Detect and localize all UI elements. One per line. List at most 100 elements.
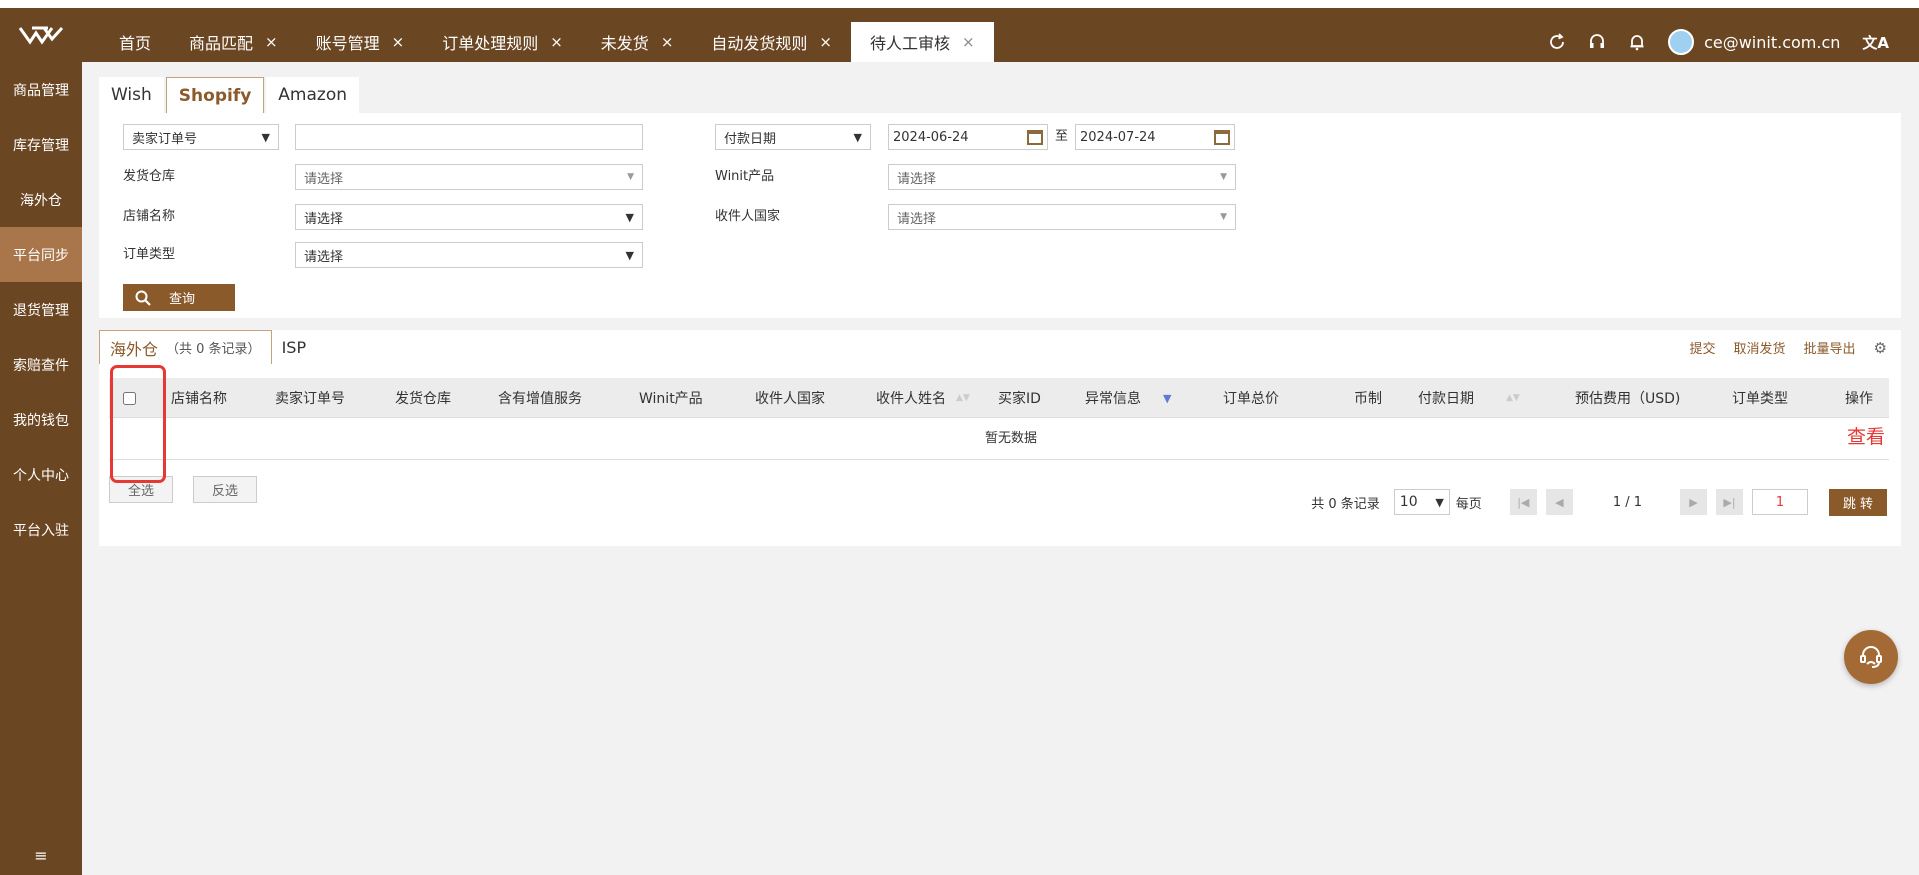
sidebar-item-wallet[interactable]: 我的钱包 <box>0 392 82 447</box>
collapse-icon[interactable]: ≡ <box>0 846 82 865</box>
col-store: 店铺名称 <box>171 391 227 407</box>
tab-order-rules[interactable]: 订单处理规则 × <box>423 22 582 62</box>
calendar-icon[interactable] <box>1027 129 1043 145</box>
col-operation: 操作 <box>1845 391 1873 407</box>
view-link[interactable]: 查看 <box>1847 422 1885 449</box>
page-size-select[interactable]: 10 ▼ <box>1393 489 1450 515</box>
tab-isp[interactable]: ISP <box>272 330 317 364</box>
sidebar-item-overseas[interactable]: 海外仓 <box>0 172 82 227</box>
sort-icon[interactable]: ▲▼ <box>1506 393 1520 403</box>
last-page-icon[interactable]: ▶| <box>1716 489 1743 515</box>
order-list-panel: 海外仓 （共 0 条记录） ISP 提交 取消发货 批量导出 ⚙ 店铺名称 卖家订… <box>99 330 1901 546</box>
order-number-type-select[interactable]: 卖家订单号 ▼ <box>123 124 279 150</box>
invert-select-button[interactable]: 反选 <box>193 476 257 503</box>
headset-icon[interactable] <box>1588 33 1606 51</box>
sidebar-item-platform-sync[interactable]: 平台同步 <box>0 227 82 282</box>
sidebar-item-returns[interactable]: 退货管理 <box>0 282 82 337</box>
col-country: 收件人国家 <box>755 391 825 407</box>
main-content: Wish Shopify Amazon 卖家订单号 ▼ 付款日期 ▼ 2024-06… <box>99 77 1901 546</box>
date-separator: 至 <box>1055 129 1069 144</box>
sort-icon[interactable]: ▲▼ <box>956 393 970 403</box>
search-icon <box>135 290 151 306</box>
chevron-down-icon: ▼ <box>261 130 270 144</box>
tab-account-management[interactable]: 账号管理 × <box>297 22 424 62</box>
date-to-input[interactable]: 2024-07-24 <box>1075 124 1235 150</box>
query-button[interactable]: 查询 <box>123 284 235 311</box>
page-number-input[interactable]: 1 <box>1752 489 1808 515</box>
support-agent-icon <box>1860 646 1882 668</box>
filter-panel: 卖家订单号 ▼ 付款日期 ▼ 2024-06-24 至 2024-07-24 发货仓… <box>99 113 1901 318</box>
table-header: 店铺名称 卖家订单号 发货仓库 含有增值服务 Winit产品 收件人国家 收件人… <box>109 378 1889 418</box>
page-info: 1 / 1 <box>1612 494 1642 510</box>
tab-wish[interactable]: Wish <box>99 77 164 113</box>
select-all-checkbox[interactable] <box>123 391 136 405</box>
sidebar-item-product[interactable]: 商品管理 <box>0 62 82 117</box>
warehouse-select[interactable]: 请选择 ▼ <box>295 164 643 190</box>
first-page-icon[interactable]: |◀ <box>1509 489 1537 515</box>
calendar-icon[interactable] <box>1214 129 1230 145</box>
date-from-input[interactable]: 2024-06-24 <box>888 124 1048 150</box>
close-icon[interactable]: × <box>661 33 674 51</box>
country-label: 收件人国家 <box>715 209 781 224</box>
next-page-icon[interactable]: ▶ <box>1680 489 1707 515</box>
close-icon[interactable]: × <box>265 33 278 51</box>
logo[interactable] <box>0 8 82 62</box>
customer-service-button[interactable] <box>1844 630 1898 684</box>
tab-home[interactable]: 首页 <box>100 22 170 62</box>
avatar <box>1668 29 1695 55</box>
col-seller-order: 卖家订单号 <box>275 391 345 407</box>
close-icon[interactable]: × <box>962 33 975 51</box>
sidebar-item-platform-join[interactable]: 平台入驻 <box>0 502 82 557</box>
tab-auto-ship-rules[interactable]: 自动发货规则 × <box>692 22 851 62</box>
tab-shopify[interactable]: Shopify <box>165 77 265 113</box>
close-icon[interactable]: × <box>392 33 405 51</box>
jump-button[interactable]: 跳 转 <box>1829 488 1887 516</box>
col-order-type: 订单类型 <box>1732 391 1788 407</box>
gear-icon[interactable]: ⚙ <box>1874 339 1887 357</box>
col-currency: 币制 <box>1354 391 1382 407</box>
order-type-select[interactable]: 请选择 ▼ <box>295 242 643 268</box>
table-empty-row: 暂无数据 查看 <box>109 418 1889 460</box>
close-icon[interactable]: × <box>819 33 832 51</box>
chevron-down-icon: ▼ <box>1435 495 1444 509</box>
tab-manual-review[interactable]: 待人工审核 × <box>850 22 994 62</box>
batch-export-link[interactable]: 批量导出 <box>1804 338 1856 357</box>
order-number-input[interactable] <box>295 124 643 150</box>
submit-link[interactable]: 提交 <box>1690 338 1716 357</box>
tab-overseas-warehouse[interactable]: 海外仓 （共 0 条记录） <box>99 330 272 364</box>
close-icon[interactable]: × <box>550 33 563 51</box>
bell-icon[interactable] <box>1628 33 1646 51</box>
tab-unshipped[interactable]: 未发货 × <box>582 22 693 62</box>
select-all-cell <box>123 378 136 418</box>
warehouse-label: 发货仓库 <box>123 169 176 184</box>
select-all-button[interactable]: 全选 <box>109 476 173 503</box>
winit-product-label: Winit产品 <box>715 169 775 184</box>
translate-icon[interactable]: 文A <box>1862 32 1889 53</box>
sidebar-item-claims[interactable]: 索赔查件 <box>0 337 82 392</box>
cancel-shipment-link[interactable]: 取消发货 <box>1734 338 1786 357</box>
sidebar-item-inventory[interactable]: 库存管理 <box>0 117 82 172</box>
col-recipient-name[interactable]: 收件人姓名 ▲▼ <box>876 378 970 418</box>
empty-text: 暂无数据 <box>985 431 1038 446</box>
user-menu[interactable]: ce@winit.com.cn <box>1668 29 1840 55</box>
date-type-select[interactable]: 付款日期 ▼ <box>715 124 871 150</box>
tab-product-match[interactable]: 商品匹配 × <box>170 22 297 62</box>
chevron-down-icon: ▼ <box>625 248 634 262</box>
store-select[interactable]: 请选择 ▼ <box>295 204 643 230</box>
platform-tabs: Wish Shopify Amazon <box>99 77 1901 113</box>
top-bar: 首页 商品匹配 × 账号管理 × 订单处理规则 × 未发货 × 自动发货规则 × 待人工审… <box>0 0 1919 62</box>
refresh-icon[interactable] <box>1548 33 1566 51</box>
col-exception[interactable]: 异常信息 ▼ <box>1085 378 1171 418</box>
record-count: （共 0 条记录） <box>166 342 261 357</box>
col-payment-date[interactable]: 付款日期 ▲▼ <box>1418 378 1520 418</box>
logo-icon <box>18 26 64 45</box>
tab-amazon[interactable]: Amazon <box>266 77 360 113</box>
chevron-down-icon: ▼ <box>625 210 634 224</box>
prev-page-icon[interactable]: ◀ <box>1545 489 1573 515</box>
sidebar-item-profile[interactable]: 个人中心 <box>0 447 82 502</box>
user-email: ce@winit.com.cn <box>1704 32 1841 52</box>
country-select[interactable]: 请选择 ▼ <box>888 204 1236 230</box>
winit-product-select[interactable]: 请选择 ▼ <box>888 164 1236 190</box>
warehouse-tabs: 海外仓 （共 0 条记录） ISP <box>99 330 316 364</box>
sort-desc-icon[interactable]: ▼ <box>1163 392 1171 405</box>
